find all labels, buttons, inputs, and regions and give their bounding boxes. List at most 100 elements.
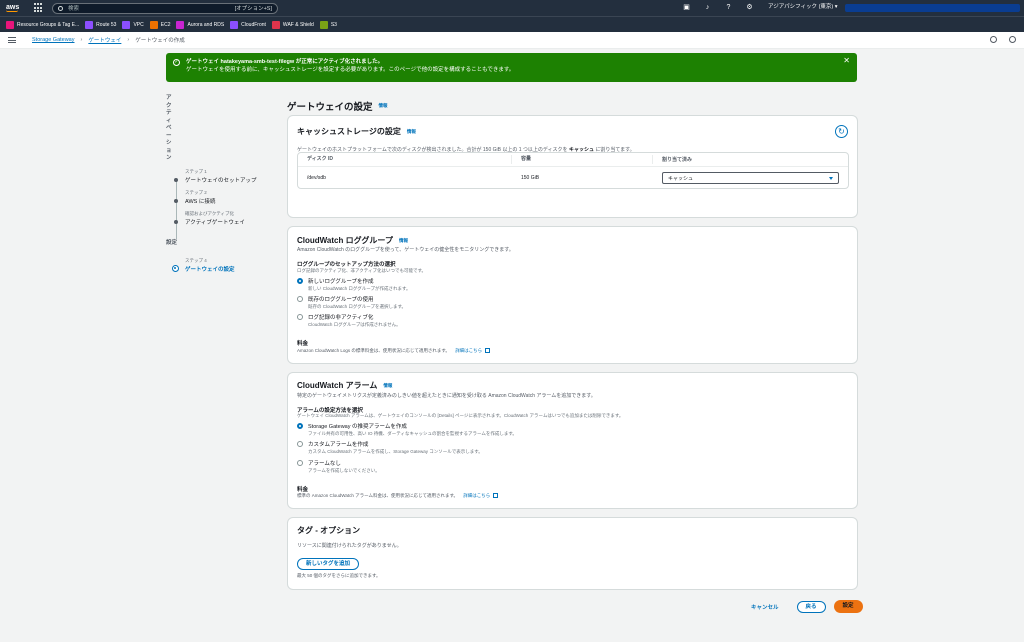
favorite-label: Resource Groups & Tag E... xyxy=(17,21,80,28)
service-icon xyxy=(149,20,158,29)
table-row: /dev/sdb 150 GiB キャッシュ xyxy=(298,167,848,189)
breadcrumb-storage-gateway[interactable]: Storage Gateway xyxy=(32,37,75,43)
favorite-label: CloudFront xyxy=(241,21,266,28)
favorite-item[interactable]: WAF & Shield xyxy=(271,20,314,29)
top-navigation: aws 検索 [オプション+S] ▣ ♪ ? ⚙ アジアパシフィック (東京) … xyxy=(0,0,1024,16)
radio-label: カスタムアラームを作成 xyxy=(308,442,369,448)
loggroup-method-desc: ログ記録のアクティブ化、非アクティブ化はいつでも可能です。 xyxy=(297,268,427,273)
gear-icon[interactable]: ⚙ xyxy=(745,3,754,12)
radio[interactable] xyxy=(297,314,303,320)
step-dot xyxy=(174,177,178,182)
loggroup-info-link[interactable]: 情報 xyxy=(399,238,408,244)
refresh-icon[interactable]: ↻ xyxy=(835,125,848,138)
breadcrumb: Storage Gateway › ゲートウェイ › ゲートウェイの作成 xyxy=(32,36,185,44)
step-3: 確認およびアクティブ化 アクティブゲートウェイ xyxy=(166,211,276,226)
radio-disable-logging[interactable]: ログ記録の非アクティブ化 CloudWatch ロググループは作成されません。 xyxy=(297,313,401,328)
wizard-steps: アクティベーション ステップ 1 ゲートウェイのセットアップ ステップ 2 AW… xyxy=(166,95,276,273)
close-icon[interactable]: ✕ xyxy=(843,57,850,65)
step-1: ステップ 1 ゲートウェイのセットアップ xyxy=(166,169,276,184)
favorite-item[interactable]: Route 53 xyxy=(85,20,117,29)
loggroup-pricing-title: 料金 xyxy=(297,341,309,347)
back-button[interactable]: 戻る xyxy=(796,600,826,613)
info-icon[interactable] xyxy=(990,36,997,43)
radio-sub: CloudWatch ロググループは作成されません。 xyxy=(308,322,401,327)
alarm-info-link[interactable]: 情報 xyxy=(383,383,392,389)
flash-message: ゲートウェイを使用する前に、キャッシュストレージを設定する必要があります。このペ… xyxy=(186,67,515,73)
page-title-text: ゲートウェイの設定 xyxy=(287,102,373,113)
loggroup-pricing: Amazon CloudWatch Logs の標準料金は、使用状況に応じて適用… xyxy=(297,348,491,354)
search-input[interactable]: 検索 [オプション+S] xyxy=(52,2,278,14)
service-icon xyxy=(271,20,280,29)
menu-icon[interactable] xyxy=(8,37,16,43)
loggroup-method-title: ロググループのセットアップ方法の選択 xyxy=(297,262,396,268)
bell-icon[interactable]: ♪ xyxy=(703,3,712,12)
radio-selected[interactable] xyxy=(297,278,303,284)
radio[interactable] xyxy=(297,441,303,447)
favorite-item[interactable]: VPC xyxy=(122,20,144,29)
favorite-item[interactable]: Resource Groups & Tag E... xyxy=(6,20,80,29)
radio-new-loggroup[interactable]: 新しいロググループを作成 新しい CloudWatch ロググループが作成されます… xyxy=(297,277,411,292)
clock-icon[interactable] xyxy=(1009,36,1016,43)
allocation-value: キャッシュ xyxy=(668,175,694,182)
alarm-title-text: CloudWatch アラーム xyxy=(297,381,378,390)
alarm-title: CloudWatch アラーム 情報 xyxy=(297,380,392,391)
radio-existing-loggroup[interactable]: 既存のロググループの使用 既存の CloudWatch ロググループを選択します。 xyxy=(297,295,406,310)
services-menu-icon[interactable] xyxy=(34,3,44,13)
favorites-bar: Resource Groups & Tag E... Route 53 VPC EC2… xyxy=(0,16,1024,32)
step-dot xyxy=(174,219,178,224)
page-info-link[interactable]: 情報 xyxy=(379,103,388,109)
radio[interactable] xyxy=(297,296,303,302)
add-tag-button[interactable]: 新しいタグを追加 xyxy=(297,558,360,570)
tags-title: タグ - オプション xyxy=(297,526,361,535)
success-flash: ✓ ゲートウェイ hatakeyama-smb-test-filegw が正常に… xyxy=(166,53,857,82)
radio-sub: 新しい CloudWatch ロググループが作成されます。 xyxy=(308,286,411,291)
favorite-item[interactable]: EC2 xyxy=(149,20,171,29)
cancel-button[interactable]: キャンセル xyxy=(751,603,779,611)
loggroup-title: CloudWatch ロググループ 情報 xyxy=(297,235,408,246)
breadcrumb-gateways[interactable]: ゲートウェイ xyxy=(88,36,121,44)
cache-storage-panel: キャッシュストレージの設定 情報 ↻ ゲートウェイのホストプラットフォームで次の… xyxy=(287,115,858,218)
favorite-item[interactable]: Aurora and RDS xyxy=(176,20,224,29)
favorite-label: S3 xyxy=(330,21,337,28)
chevron-right-icon: › xyxy=(127,37,130,43)
service-icon xyxy=(6,20,14,29)
radio-sub: ファイル共有の可用性、高い IO 待機、ダーティなキャッシュの割合を監視するアラ… xyxy=(308,431,517,436)
loggroup-panel: CloudWatch ロググループ 情報 Amazon CloudWatch の… xyxy=(287,226,858,364)
radio-recommended-alarms[interactable]: Storage Gateway の推奨アラームを作成 ファイル共有の可用性、高い … xyxy=(297,422,517,437)
radio-selected[interactable] xyxy=(297,423,303,429)
radio-no-alarm[interactable]: アラームなし アラームを作成しないでください。 xyxy=(297,459,380,474)
favorite-label: Route 53 xyxy=(96,21,117,28)
favorite-label: EC2 xyxy=(160,21,171,28)
configure-button[interactable]: 設定 xyxy=(833,600,863,613)
learn-more-link[interactable]: 詳細はこちら xyxy=(463,493,490,498)
favorite-item[interactable]: S3 xyxy=(319,20,337,29)
step-label: ステップ 2 xyxy=(185,189,207,195)
aws-logo[interactable]: aws xyxy=(6,4,28,12)
cloudshell-icon[interactable]: ▣ xyxy=(682,3,691,12)
learn-more-link[interactable]: 詳細はこちら xyxy=(455,348,482,353)
radio[interactable] xyxy=(297,460,303,466)
step-4: ステップ 4 ゲートウェイの設定 xyxy=(166,258,276,273)
favorite-item[interactable]: CloudFront xyxy=(230,20,266,29)
step-name: ゲートウェイのセットアップ xyxy=(185,177,257,184)
cache-title: キャッシュストレージの設定 情報 xyxy=(297,126,416,137)
breadcrumb-bar: Storage Gateway › ゲートウェイ › ゲートウェイの作成 xyxy=(0,32,1024,49)
service-icon xyxy=(230,20,239,29)
search-icon xyxy=(58,5,63,11)
external-link-icon xyxy=(485,348,491,353)
radio-label: 既存のロググループの使用 xyxy=(308,297,374,303)
pricing-text: 標準の Amazon CloudWatch アラーム料金は、使用状況に応じて適用… xyxy=(297,493,459,498)
allocation-select[interactable]: キャッシュ xyxy=(662,172,839,184)
help-icon[interactable]: ? xyxy=(724,3,733,12)
radio-sub: アラームを作成しないでください。 xyxy=(308,468,380,473)
region-label: アジアパシフィック (東京) xyxy=(768,4,834,10)
radio-custom-alarm[interactable]: カスタムアラームを作成 カスタム CloudWatch アラームを作成し、Stor… xyxy=(297,440,483,455)
account-menu[interactable] xyxy=(845,4,1020,12)
service-icon xyxy=(85,20,94,29)
service-icon xyxy=(176,20,185,29)
radio-label: アラームなし xyxy=(308,461,341,467)
region-selector[interactable]: アジアパシフィック (東京) ▾ xyxy=(768,3,838,12)
cache-info-link[interactable]: 情報 xyxy=(407,129,416,135)
col-disk-id: ディスク ID xyxy=(298,155,512,164)
step-name: ゲートウェイの設定 xyxy=(185,266,235,273)
